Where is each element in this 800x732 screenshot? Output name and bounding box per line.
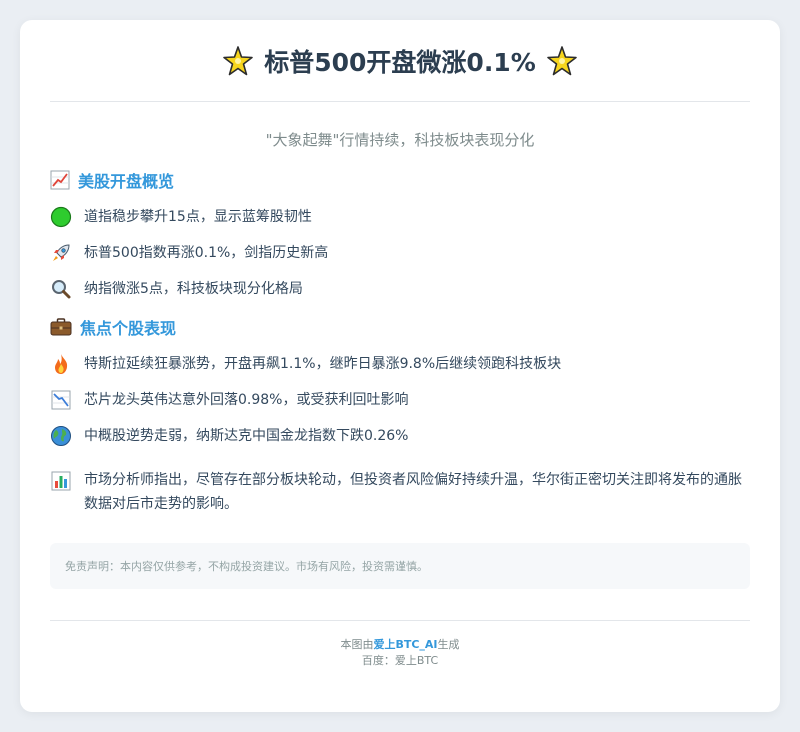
subtitle: "大象起舞"行情持续，科技板块表现分化 <box>265 131 535 149</box>
fire-icon <box>50 353 72 375</box>
title-row: 标普500开盘微涨0.1% <box>50 20 750 102</box>
overview-list: 道指稳步攀升15点，显示蓝筹股韧性 标普500指数再涨0.1%，剑指历史新高 纳… <box>50 205 750 301</box>
list-item: 特斯拉延续狂暴涨势，开盘再飙1.1%，继昨日暴涨9.8%后继续领跑科技板块 <box>50 352 750 376</box>
list-item: 芯片龙头英伟达意外回落0.98%，或受获利回吐影响 <box>50 388 750 412</box>
section-heading-label: 美股开盘概览 <box>78 172 175 191</box>
footer-prefix: 本图由 <box>340 638 374 651</box>
analysis-note: 市场分析师指出，尽管存在部分板块轮动，但投资者风险偏好持续升温，华尔街正密切关注… <box>50 468 750 516</box>
sparkle-icon <box>546 45 578 77</box>
chart-increasing-icon <box>50 170 70 190</box>
list-item-text: 道指稳步攀升15点，显示蓝筹股韧性 <box>84 209 312 225</box>
list-item: 纳指微涨5点，科技板块现分化格局 <box>50 277 750 301</box>
footer: 本图由爱上BTC_AI生成 百度：爱上BTC <box>50 620 750 669</box>
section-heading-overview: 美股开盘概览 <box>50 168 750 192</box>
footer-baidu: 百度：爱上BTC <box>361 654 439 667</box>
footer-suffix: 生成 <box>437 638 460 651</box>
green-circle-icon <box>50 206 72 228</box>
briefcase-icon <box>50 317 72 337</box>
sparkle-icon <box>222 45 254 77</box>
list-item-text: 纳指微涨5点，科技板块现分化格局 <box>84 281 303 297</box>
chart-decreasing-icon <box>50 389 72 411</box>
page-title: 标普500开盘微涨0.1% <box>264 47 536 77</box>
footer-credit: 本图由爱上BTC_AI生成 <box>50 637 750 653</box>
list-item: 标普500指数再涨0.1%，剑指历史新高 <box>50 241 750 265</box>
disclaimer-text: 免责声明：本内容仅供参考，不构成投资建议。市场有风险，投资需谨慎。 <box>65 560 428 573</box>
analysis-text: 市场分析师指出，尽管存在部分板块轮动，但投资者风险偏好持续升温，华尔街正密切关注… <box>84 472 742 512</box>
list-item: 中概股逆势走弱，纳斯达克中国金龙指数下跌0.26% <box>50 424 750 448</box>
rocket-icon <box>50 242 72 264</box>
list-item-text: 中概股逆势走弱，纳斯达克中国金龙指数下跌0.26% <box>84 428 409 444</box>
section-heading-label: 焦点个股表现 <box>80 319 177 338</box>
list-item-text: 芯片龙头英伟达意外回落0.98%，或受获利回吐影响 <box>84 392 409 408</box>
bar-chart-icon <box>50 470 72 492</box>
stocks-list: 特斯拉延续狂暴涨势，开盘再飙1.1%，继昨日暴涨9.8%后继续领跑科技板块 芯片… <box>50 352 750 448</box>
magnifier-icon <box>50 278 72 300</box>
globe-icon <box>50 425 72 447</box>
list-item-text: 标普500指数再涨0.1%，剑指历史新高 <box>84 245 329 261</box>
list-item-text: 特斯拉延续狂暴涨势，开盘再飙1.1%，继昨日暴涨9.8%后继续领跑科技板块 <box>84 356 562 372</box>
section-heading-stocks: 焦点个股表现 <box>50 315 750 339</box>
footer-brand-link[interactable]: 爱上BTC_AI <box>373 638 437 651</box>
news-card: 标普500开盘微涨0.1% "大象起舞"行情持续，科技板块表现分化 美股开盘概览 <box>20 20 780 712</box>
disclaimer-box: 免责声明：本内容仅供参考，不构成投资建议。市场有风险，投资需谨慎。 <box>50 543 750 589</box>
list-item: 道指稳步攀升15点，显示蓝筹股韧性 <box>50 205 750 229</box>
